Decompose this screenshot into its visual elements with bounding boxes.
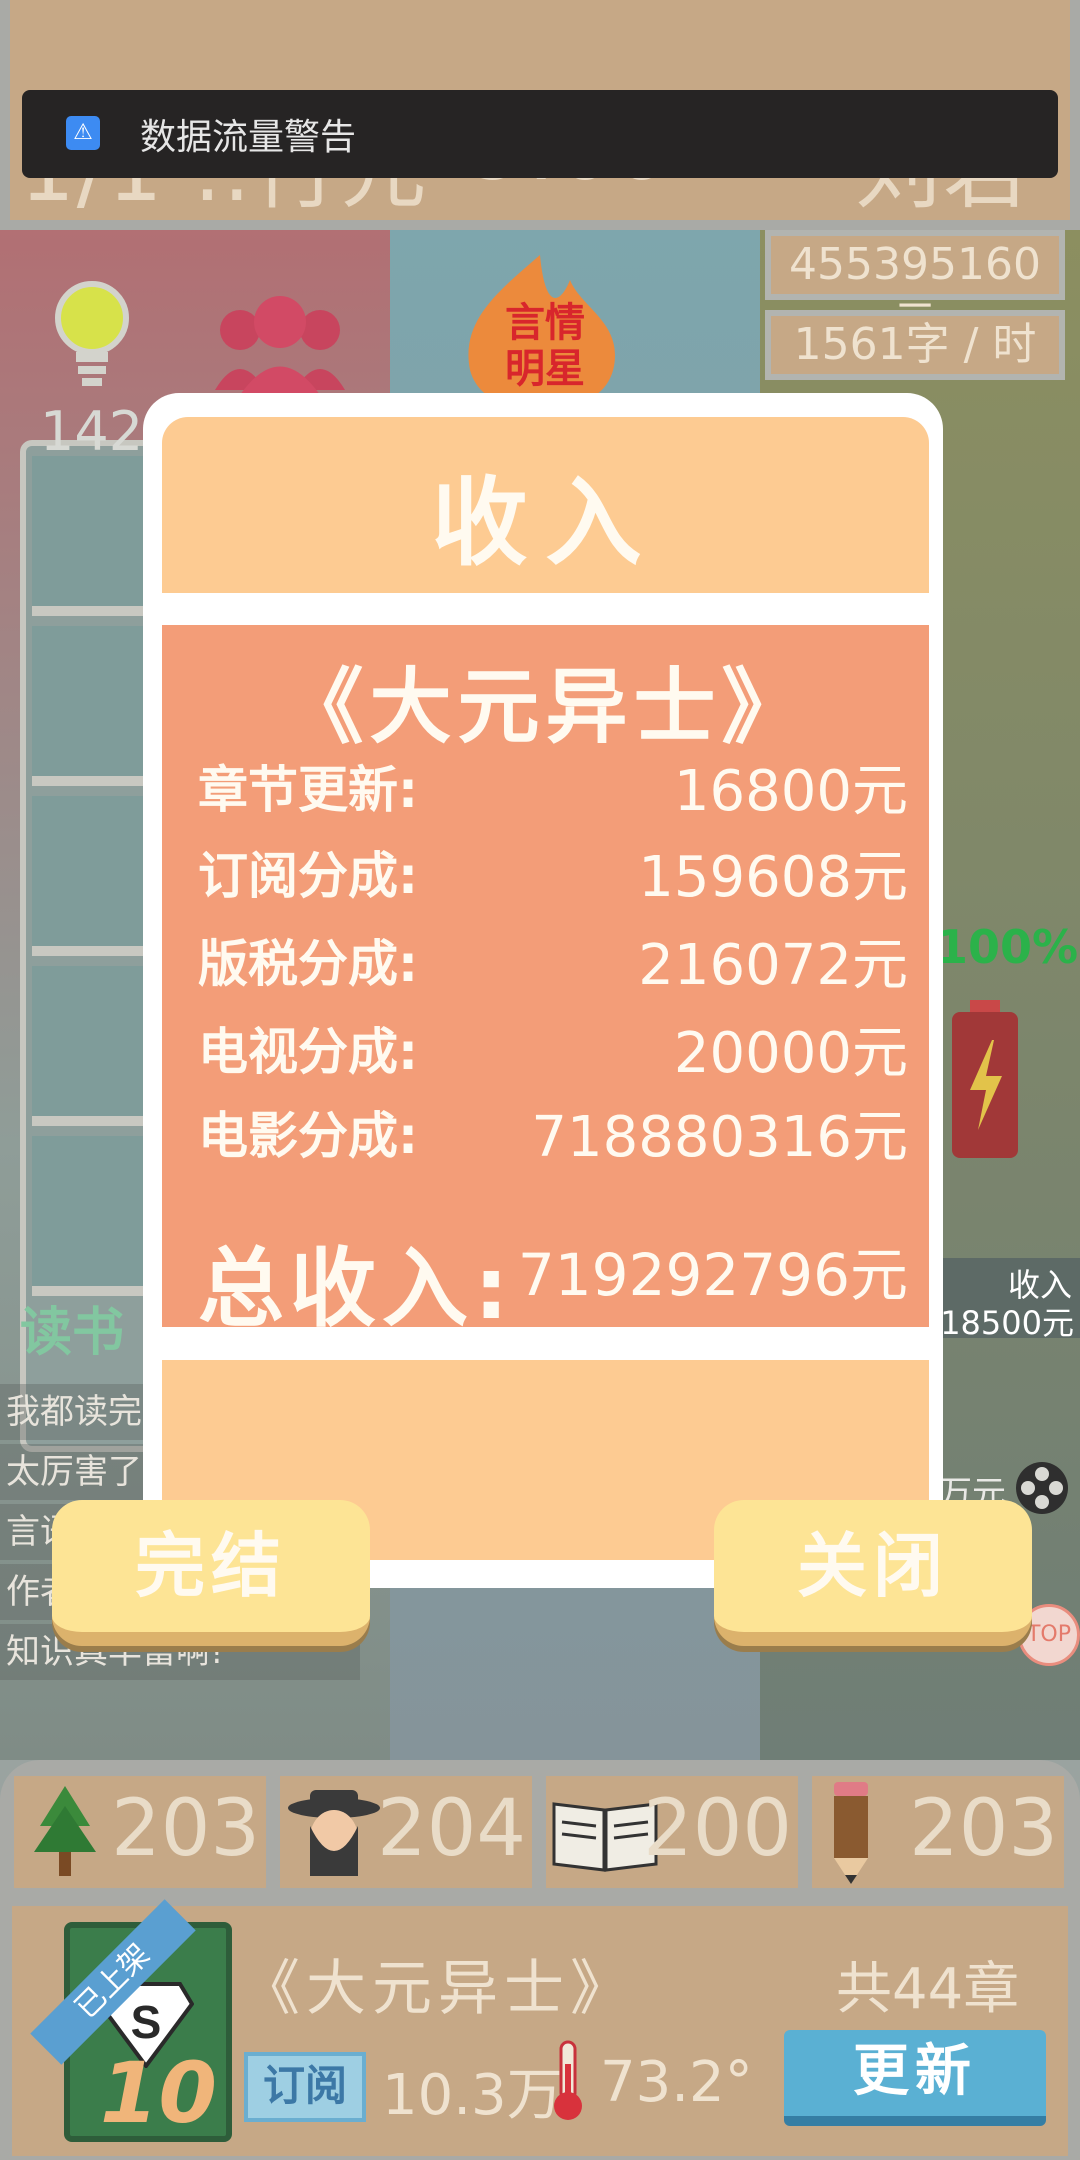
- finish-button[interactable]: 完结: [52, 1500, 370, 1646]
- stat-cell-writing[interactable]: 203: [812, 1776, 1064, 1888]
- tree-icon: [34, 1786, 96, 1876]
- energy-battery-icon: [952, 1000, 1018, 1158]
- subscribe-badge[interactable]: 订阅: [244, 2052, 366, 2122]
- toast-text: 数据流量警告: [140, 117, 357, 158]
- income-mini-panel: 收入 18500元: [940, 1258, 1080, 1342]
- stat-cell-plot[interactable]: 200: [546, 1776, 798, 1888]
- stat-cell-scene[interactable]: 203: [14, 1776, 266, 1888]
- heat-value: 73.2°: [600, 2050, 753, 2115]
- movie-share-label: 电影分成:: [198, 1107, 418, 1165]
- tv-share-label: 电视分成:: [198, 1023, 418, 1081]
- fans-icon[interactable]: [210, 290, 350, 400]
- movie-share-value: 718880316元: [531, 1105, 908, 1170]
- subscriber-count: 10.3万: [382, 2063, 563, 2128]
- update-button[interactable]: 更新: [784, 2030, 1046, 2126]
- genre-label: 言情 明星: [505, 300, 585, 392]
- close-button[interactable]: 关闭: [714, 1500, 1032, 1646]
- royalty-share-value: 216072元: [638, 933, 908, 998]
- panel-book-title: 《大元异士》: [240, 1954, 636, 2024]
- progress-percent: 100%: [936, 920, 1079, 974]
- book-level: 10: [100, 2044, 217, 2142]
- character-icon: [288, 1790, 380, 1876]
- subscription-share-value: 159608元: [638, 845, 908, 910]
- scene-value: 203: [111, 1784, 260, 1874]
- dialog-title: 收入: [431, 467, 660, 579]
- chapter-update-value: 16800元: [673, 759, 908, 824]
- money-display: 455395160元: [765, 230, 1065, 348]
- read-label: 读书: [20, 1303, 125, 1363]
- warning-icon: ⚠: [66, 116, 100, 150]
- open-book-icon: [552, 1802, 658, 1872]
- idea-count: 142: [40, 400, 144, 463]
- tv-share-value: 20000元: [673, 1021, 908, 1086]
- total-income-label: 总收入:: [198, 1239, 515, 1339]
- writing-speed-display: 1561字 / 时: [765, 310, 1065, 380]
- subscription-share-label: 订阅分成:: [198, 847, 418, 905]
- plot-value: 200: [643, 1784, 792, 1874]
- pencil-icon: [834, 1782, 868, 1884]
- total-income-value: 719292796元: [517, 1241, 908, 1309]
- stat-cell-character[interactable]: 204: [280, 1776, 532, 1888]
- svg-text:S: S: [131, 1996, 162, 2048]
- writing-value: 203: [909, 1784, 1058, 1874]
- lightbulb-icon[interactable]: [52, 280, 132, 390]
- royalty-share-label: 版税分成:: [198, 935, 418, 993]
- data-usage-warning-toast[interactable]: ⚠ 数据流量警告: [22, 90, 1058, 178]
- character-value: 204: [377, 1784, 526, 1874]
- thermometer-icon: [554, 2040, 582, 2120]
- chapter-count: 共44章: [836, 1957, 1020, 2022]
- book-title: 《大元异士》: [281, 660, 810, 755]
- chapter-update-label: 章节更新:: [198, 761, 418, 819]
